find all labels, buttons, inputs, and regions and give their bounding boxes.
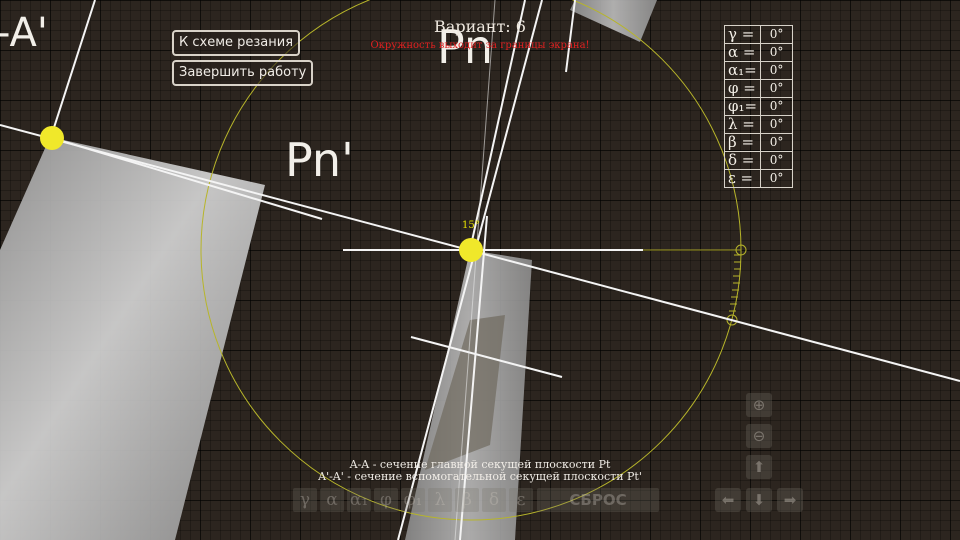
arrow-up-icon[interactable]: ⬆ [746, 455, 772, 479]
angle-arc-ticks [729, 254, 741, 312]
toolbar-alpha-button[interactable]: α [320, 488, 344, 512]
angle-symbol: α = [723, 43, 762, 62]
angle-value: 0° [760, 133, 794, 152]
toolbar-alpha1-button[interactable]: α₁ [347, 488, 371, 512]
angle-row: ε = 0° [723, 169, 794, 188]
angle-value: 0° [760, 79, 794, 98]
angle-row: α₁= 0° [723, 61, 794, 80]
intersection-point-left[interactable] [40, 126, 64, 150]
angles-table: γ = 0° α = 0° α₁= 0° φ = 0° φ₁= 0° λ = 0° β = 0° δ = 0°… [723, 25, 794, 188]
variant-title: Вариант: 6 [434, 17, 526, 36]
intersection-point-center[interactable] [459, 238, 483, 262]
angle-value: 0° [760, 25, 794, 44]
finish-work-button[interactable]: Завершить работу [172, 60, 314, 86]
out-of-bounds-warning: Окружность выходит за границы экрана! [370, 40, 590, 51]
angle-value: 0° [760, 97, 794, 116]
angle-symbol: β = [723, 133, 762, 152]
toolbar-delta-button[interactable]: δ [482, 488, 506, 512]
toolbar-phi-button[interactable]: φ [374, 488, 398, 512]
angle-row: λ = 0° [723, 115, 794, 134]
angle-row: β = 0° [723, 133, 794, 152]
zoom-out-icon[interactable]: ⊖ [746, 424, 772, 448]
angle-row: φ₁= 0° [723, 97, 794, 116]
toolbar-gamma-button[interactable]: γ [293, 488, 317, 512]
arrow-left-icon[interactable]: ⬅ [715, 488, 741, 512]
angle-value: 0° [760, 43, 794, 62]
toolbar-lambda-button[interactable]: λ [428, 488, 452, 512]
arrow-right-icon[interactable]: ➡ [777, 488, 803, 512]
toolbar-reset-button[interactable]: СБРОС [537, 488, 659, 512]
tool-edge-line-4 [565, 0, 576, 73]
angle-value: 0° [760, 151, 794, 170]
angle-value: 0° [760, 115, 794, 134]
angle-row: γ = 0° [723, 25, 794, 44]
toolbar-epsilon-button[interactable]: ε [509, 488, 533, 512]
angle-symbol: φ₁= [723, 97, 762, 116]
zoom-in-icon[interactable]: ⊕ [746, 393, 772, 417]
toolbar-phi1-button[interactable]: φ₁ [401, 488, 425, 512]
angle-symbol: ε = [723, 169, 762, 188]
angle-value: 0° [760, 169, 794, 188]
arrow-down-icon[interactable]: ⬇ [746, 488, 772, 512]
angle-symbol: α₁= [723, 61, 762, 80]
angle-symbol: γ = [723, 25, 762, 44]
toolbar-beta-button[interactable]: β [455, 488, 479, 512]
caption-aux-section: A'-A' - сечение вспомогательной секущей … [318, 470, 642, 483]
angle-symbol: φ = [723, 79, 762, 98]
angle-row: δ = 0° [723, 151, 794, 170]
angle-marker-label: 15° [462, 220, 480, 231]
angle-value: 0° [760, 61, 794, 80]
angle-symbol: δ = [723, 151, 762, 170]
angle-row: α = 0° [723, 43, 794, 62]
angle-row: φ = 0° [723, 79, 794, 98]
angle-symbol: λ = [723, 115, 762, 134]
plane-label-pn-mid: Pn' [285, 133, 354, 187]
